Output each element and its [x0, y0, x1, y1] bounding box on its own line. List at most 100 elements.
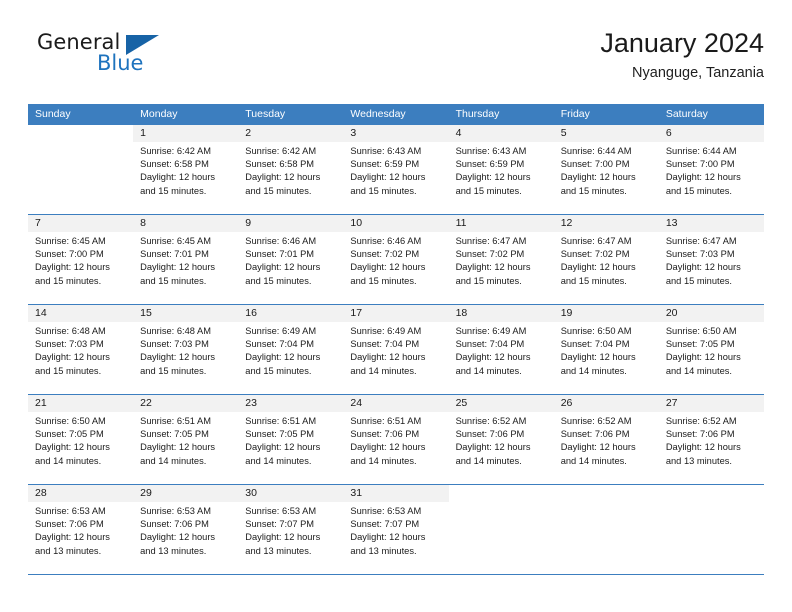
calendar-week-row: 21 Sunrise: 6:50 AM Sunset: 7:05 PM Dayligh…	[28, 395, 764, 485]
day-number: 1	[133, 125, 239, 142]
day-cell-12[interactable]: 12 Sunrise: 6:47 AM Sunset: 7:02 PM Dayligh…	[553, 215, 659, 304]
day-cell-20[interactable]: 20 Sunrise: 6:50 AM Sunset: 7:05 PM Dayligh…	[658, 305, 764, 394]
day-cell-25[interactable]: 25 Sunrise: 6:52 AM Sunset: 7:06 PM Dayligh…	[448, 395, 554, 484]
day-cell-1[interactable]: 1 Sunrise: 6:42 AM Sunset: 6:58 PM Daylight…	[133, 125, 239, 214]
day-cell-8[interactable]: 8 Sunrise: 6:45 AM Sunset: 7:01 PM Daylight…	[133, 215, 239, 304]
daylight-text-line1: Daylight: 12 hours	[560, 352, 636, 363]
day-number: 11	[448, 215, 554, 232]
sunset-text: Sunset: 7:00 PM	[560, 159, 630, 170]
day-number: 25	[448, 395, 554, 412]
day-cell-3[interactable]: 3 Sunrise: 6:43 AM Sunset: 6:59 PM Daylight…	[343, 125, 449, 214]
weekday-header-row: Sunday Monday Tuesday Wednesday Thursday Frid…	[28, 104, 764, 125]
day-cell-14[interactable]: 14 Sunrise: 6:48 AM Sunset: 7:03 PM Dayligh…	[28, 305, 134, 394]
day-cell-11[interactable]: 11 Sunrise: 6:47 AM Sunset: 7:02 PM Dayligh…	[448, 215, 554, 304]
sunset-text: Sunset: 7:01 PM	[140, 249, 209, 260]
daylight-text-line1: Daylight: 12 hours	[140, 532, 216, 543]
daylight-text-line2: and 15 minutes.	[140, 275, 207, 286]
daylight-text-line2: and 14 minutes.	[455, 455, 522, 466]
sunrise-text: Sunrise: 6:52 AM	[455, 416, 527, 426]
sunrise-text: Sunrise: 6:42 AM	[140, 146, 211, 156]
day-details: Sunrise: 6:46 AM Sunset: 7:02 PM Daylight:…	[343, 232, 448, 288]
day-cell-7[interactable]: 7 Sunrise: 6:45 AM Sunset: 7:00 PM Daylight…	[28, 215, 134, 304]
day-cell-28[interactable]: 28 Sunrise: 6:53 AM Sunset: 7:06 PM Dayligh…	[28, 485, 134, 574]
sunrise-text: Sunrise: 6:44 AM	[560, 146, 632, 156]
day-number: 22	[133, 395, 239, 412]
sunset-text: Sunset: 7:04 PM	[455, 339, 525, 350]
day-cell-19[interactable]: 19 Sunrise: 6:50 AM Sunset: 7:04 PM Dayligh…	[553, 305, 659, 394]
day-cell-30[interactable]: 30 Sunrise: 6:53 AM Sunset: 7:07 PM Dayligh…	[238, 485, 344, 574]
daylight-text-line1: Daylight: 12 hours	[350, 532, 426, 543]
sunrise-text: Sunrise: 6:45 AM	[35, 236, 106, 246]
daylight-text-line1: Daylight: 12 hours	[35, 442, 110, 453]
daylight-text-line1: Daylight: 12 hours	[665, 442, 741, 453]
day-cell-23[interactable]: 23 Sunrise: 6:51 AM Sunset: 7:05 PM Dayligh…	[238, 395, 344, 484]
day-number: 5	[553, 125, 659, 142]
sunrise-text: Sunrise: 6:53 AM	[350, 506, 422, 516]
daylight-text-line2: and 15 minutes.	[245, 185, 312, 196]
day-details: Sunrise: 6:50 AM Sunset: 7:05 PM Daylight:…	[28, 412, 133, 468]
day-number: 15	[133, 305, 239, 322]
sunset-text: Sunset: 7:01 PM	[245, 249, 315, 260]
sunrise-text: Sunrise: 6:49 AM	[350, 326, 422, 336]
daylight-text-line2: and 15 minutes.	[665, 275, 732, 286]
day-cell-2[interactable]: 2 Sunrise: 6:42 AM Sunset: 6:58 PM Daylight…	[238, 125, 344, 214]
day-cell-15[interactable]: 15 Sunrise: 6:48 AM Sunset: 7:03 PM Dayligh…	[133, 305, 239, 394]
general-blue-logo[interactable]: General Blue	[37, 30, 197, 88]
day-cell-22[interactable]: 22 Sunrise: 6:51 AM Sunset: 7:05 PM Dayligh…	[133, 395, 239, 484]
day-number: 4	[448, 125, 554, 142]
sunset-text: Sunset: 7:07 PM	[350, 519, 420, 530]
day-cell-6[interactable]: 6 Sunrise: 6:44 AM Sunset: 7:00 PM Daylight…	[658, 125, 764, 214]
day-number: 9	[238, 215, 344, 232]
day-number: 17	[343, 305, 449, 322]
day-details: Sunrise: 6:43 AM Sunset: 6:59 PM Daylight:…	[449, 142, 554, 198]
day-number-bar	[554, 485, 659, 502]
day-details: Sunrise: 6:44 AM Sunset: 7:00 PM Daylight:…	[554, 142, 659, 198]
day-cell-empty	[553, 485, 659, 574]
day-details: Sunrise: 6:50 AM Sunset: 7:04 PM Daylight:…	[554, 322, 659, 378]
day-cell-26[interactable]: 26 Sunrise: 6:52 AM Sunset: 7:06 PM Dayligh…	[553, 395, 659, 484]
daylight-text-line2: and 15 minutes.	[665, 185, 732, 196]
day-number: 2	[238, 125, 344, 142]
daylight-text-line2: and 15 minutes.	[560, 275, 627, 286]
weekday-header-saturday: Saturday	[665, 108, 708, 120]
daylight-text-line1: Daylight: 12 hours	[35, 262, 110, 273]
daylight-text-line1: Daylight: 12 hours	[560, 172, 636, 183]
day-cell-21[interactable]: 21 Sunrise: 6:50 AM Sunset: 7:05 PM Dayligh…	[28, 395, 134, 484]
daylight-text-line1: Daylight: 12 hours	[35, 352, 110, 363]
daylight-text-line2: and 15 minutes.	[245, 275, 312, 286]
day-cell-27[interactable]: 27 Sunrise: 6:52 AM Sunset: 7:06 PM Dayligh…	[658, 395, 764, 484]
daylight-text-line1: Daylight: 12 hours	[350, 352, 426, 363]
sunrise-text: Sunrise: 6:53 AM	[35, 506, 106, 516]
calendar-week-row: 14 Sunrise: 6:48 AM Sunset: 7:03 PM Dayligh…	[28, 305, 764, 395]
day-details: Sunrise: 6:47 AM Sunset: 7:02 PM Daylight:…	[554, 232, 659, 288]
day-cell-18[interactable]: 18 Sunrise: 6:49 AM Sunset: 7:04 PM Dayligh…	[448, 305, 554, 394]
day-details: Sunrise: 6:43 AM Sunset: 6:59 PM Daylight:…	[343, 142, 448, 198]
sunrise-text: Sunrise: 6:48 AM	[140, 326, 211, 336]
sunset-text: Sunset: 6:59 PM	[455, 159, 525, 170]
day-cell-5[interactable]: 5 Sunrise: 6:44 AM Sunset: 7:00 PM Daylight…	[553, 125, 659, 214]
sunset-text: Sunset: 7:02 PM	[455, 249, 525, 260]
day-details: Sunrise: 6:51 AM Sunset: 7:06 PM Daylight:…	[343, 412, 448, 468]
day-cell-4[interactable]: 4 Sunrise: 6:43 AM Sunset: 6:59 PM Daylight…	[448, 125, 554, 214]
day-details: Sunrise: 6:53 AM Sunset: 7:06 PM Daylight:…	[133, 502, 238, 558]
daylight-text-line1: Daylight: 12 hours	[140, 352, 216, 363]
daylight-text-line2: and 14 minutes.	[140, 455, 207, 466]
day-cell-31[interactable]: 31 Sunrise: 6:53 AM Sunset: 7:07 PM Dayligh…	[343, 485, 449, 574]
day-cell-9[interactable]: 9 Sunrise: 6:46 AM Sunset: 7:01 PM Daylight…	[238, 215, 344, 304]
sunrise-text: Sunrise: 6:45 AM	[140, 236, 211, 246]
sunrise-text: Sunrise: 6:53 AM	[140, 506, 211, 516]
day-cell-10[interactable]: 10 Sunrise: 6:46 AM Sunset: 7:02 PM Dayligh…	[343, 215, 449, 304]
day-cell-17[interactable]: 17 Sunrise: 6:49 AM Sunset: 7:04 PM Dayligh…	[343, 305, 449, 394]
day-cell-29[interactable]: 29 Sunrise: 6:53 AM Sunset: 7:06 PM Dayligh…	[133, 485, 239, 574]
sunset-text: Sunset: 7:05 PM	[35, 429, 104, 440]
calendar-page: General Blue January 2024 Nyanguge, Tanz…	[0, 0, 792, 612]
day-cell-16[interactable]: 16 Sunrise: 6:49 AM Sunset: 7:04 PM Dayligh…	[238, 305, 344, 394]
sunset-text: Sunset: 7:00 PM	[665, 159, 735, 170]
sunrise-text: Sunrise: 6:47 AM	[560, 236, 632, 246]
weekday-header-monday: Monday	[140, 108, 178, 120]
day-number-bar	[449, 485, 554, 502]
day-cell-13[interactable]: 13 Sunrise: 6:47 AM Sunset: 7:03 PM Dayligh…	[658, 215, 764, 304]
day-details: Sunrise: 6:53 AM Sunset: 7:07 PM Daylight:…	[238, 502, 343, 558]
day-cell-24[interactable]: 24 Sunrise: 6:51 AM Sunset: 7:06 PM Dayligh…	[343, 395, 449, 484]
day-details: Sunrise: 6:42 AM Sunset: 6:58 PM Daylight:…	[133, 142, 238, 198]
